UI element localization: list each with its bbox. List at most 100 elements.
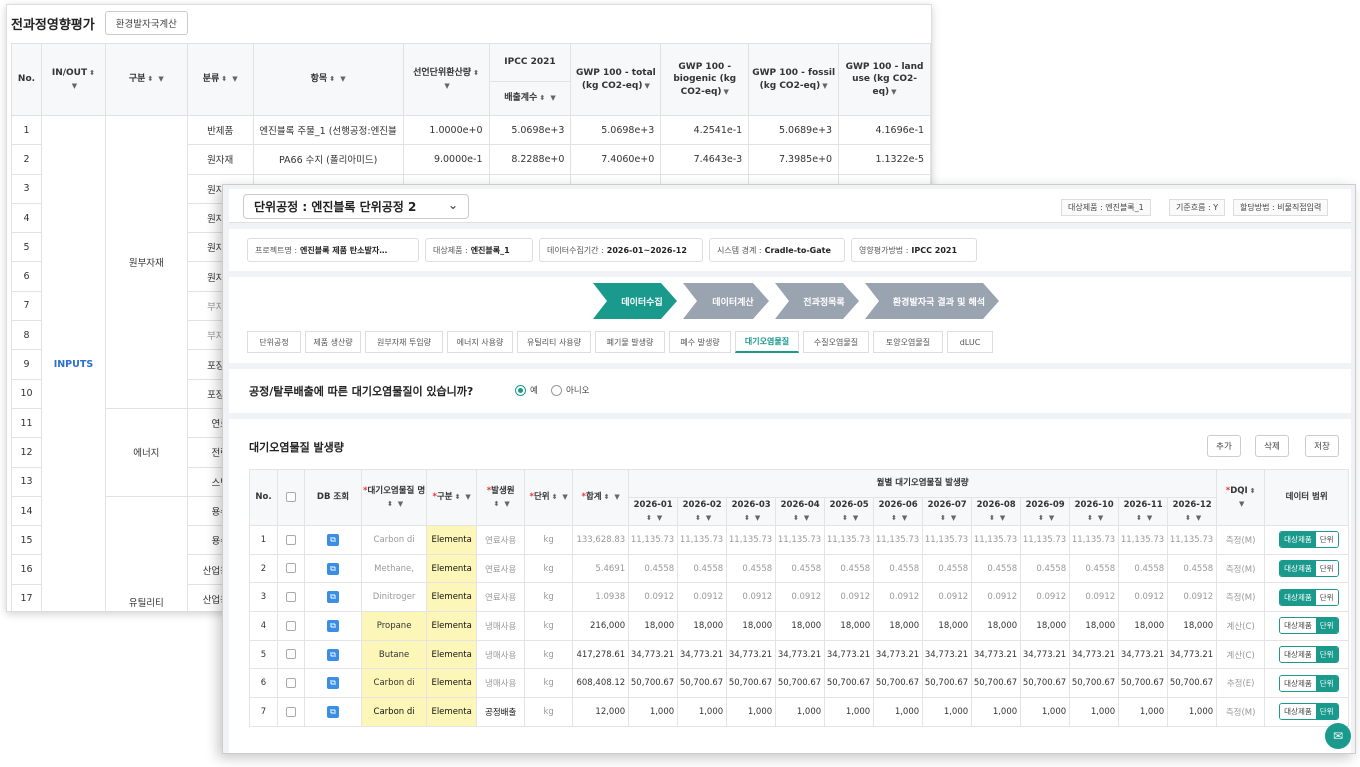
data-range-toggle[interactable]: 대상제품 단위 <box>1264 582 1350 613</box>
month-value[interactable]: 11,135.73 <box>1020 525 1071 555</box>
month-value[interactable]: 34,773.21 <box>1020 639 1071 670</box>
month-col-2026-01[interactable]: 2026-01 ⬍ ▼ <box>628 497 679 526</box>
pollutant-type[interactable]: Elementa <box>426 668 478 699</box>
select-all-checkbox[interactable] <box>286 491 296 502</box>
month-value[interactable]: 0.0912 <box>775 582 826 613</box>
pollutant-name[interactable]: Methane, <box>360 553 428 584</box>
sort-icon[interactable]: ⬍ <box>89 69 95 77</box>
filter-icon[interactable]: ▼ <box>444 82 449 90</box>
month-value[interactable]: 34,773.21 <box>1167 639 1218 670</box>
month-value[interactable]: 1,000 <box>873 697 924 727</box>
month-value[interactable]: 18,000 <box>1118 611 1169 641</box>
filter-icon[interactable]: ▼ <box>158 75 163 83</box>
month-value[interactable]: 18,000 <box>1020 611 1071 641</box>
month-value[interactable]: 0.4558 <box>1118 553 1169 584</box>
db-search-icon[interactable]: ⧉ <box>304 697 362 727</box>
filter-icon[interactable]: ▼ <box>951 514 956 522</box>
tab-waste[interactable]: 폐기물 발생량 <box>595 331 665 353</box>
pollutant-type[interactable]: Elementa <box>426 611 478 641</box>
month-value[interactable]: 1,000 <box>922 697 973 727</box>
db-search-icon[interactable]: ⧉ <box>304 668 362 699</box>
month-value[interactable]: 0.0912 <box>824 582 875 613</box>
month-value[interactable]: 34,773.21 <box>873 639 924 670</box>
month-value[interactable]: 50,700.67 <box>775 668 826 699</box>
filter-icon[interactable]: ▼ <box>822 82 827 90</box>
month-value[interactable]: 18,000 <box>1167 611 1218 641</box>
month-col-2026-10[interactable]: 2026-10 ⬍ ▼ <box>1069 497 1120 526</box>
table-row[interactable]: 1 INPUTS 원부자재 반제품 엔진블록 주물_1 (선행공정:엔진블 1.0000e… <box>11 114 931 611</box>
month-value[interactable]: 1,000 <box>775 697 826 727</box>
db-search-icon[interactable]: ⧉ <box>304 639 362 670</box>
month-value[interactable]: 11,135.73 <box>775 525 826 555</box>
month-value[interactable]: 50,700.67 <box>971 668 1022 699</box>
tab-utility[interactable]: 유틸리티 사용량 <box>517 331 591 353</box>
month-value[interactable]: 11,135.73 <box>922 525 973 555</box>
sort-icon[interactable]: ⬍ <box>552 493 558 501</box>
month-value[interactable]: 11,135.73 <box>628 525 679 555</box>
dqi-cell[interactable]: 측정(M) <box>1216 553 1266 584</box>
month-value[interactable]: 50,700.67 <box>628 668 679 699</box>
sort-icon[interactable]: ⬍ <box>329 75 335 83</box>
month-value[interactable]: 0.0912 <box>1167 582 1218 613</box>
sort-icon[interactable]: ⬍ <box>221 75 227 83</box>
month-value[interactable]: 0.4558 <box>677 553 728 584</box>
month-value[interactable]: 50,700.67 <box>1020 668 1071 699</box>
pollutant-unit[interactable]: kg <box>524 639 574 670</box>
table-row[interactable]: 5 ⧉ Butane Elementa 냉매사용 kg 417,278.61 34,773.2… <box>249 639 1350 670</box>
data-range-toggle[interactable]: 대상제품 단위 <box>1264 611 1350 641</box>
pollutant-type[interactable]: Elementa <box>426 697 478 727</box>
month-value[interactable]: 0.0912 <box>1118 582 1169 613</box>
month-value[interactable]: 0.0912 <box>628 582 679 613</box>
step-data-calc[interactable]: 데이터계산 <box>683 283 769 319</box>
sort-icon[interactable]: ⬍ <box>940 514 946 522</box>
dqi-cell[interactable]: 측정(M) <box>1216 525 1266 555</box>
pollutant-source[interactable]: 연료사용 <box>476 525 526 555</box>
sort-icon[interactable]: ⬍ <box>1038 514 1044 522</box>
filter-icon[interactable]: ▼ <box>465 493 470 501</box>
month-value[interactable]: 18,000 <box>824 611 875 641</box>
month-value[interactable]: 11,135.73 <box>1167 525 1218 555</box>
col-gubun[interactable]: 구분 ⬍ ▼ <box>104 43 188 116</box>
month-value[interactable]: 18,000 <box>726 611 777 641</box>
sort-icon[interactable]: ⬍ <box>473 69 479 77</box>
step-data-collection[interactable]: 데이터수집 <box>593 283 677 319</box>
col-inout[interactable]: IN/OUT ⬍ ▼ <box>40 43 106 116</box>
pollutant-unit[interactable]: kg <box>524 582 574 613</box>
tab-soil-pollutants[interactable]: 토양오염물질 <box>873 331 943 353</box>
table-row[interactable]: 7 ⧉ Carbon di Elementa 공정배출 kg 12,000 1,000 1,00… <box>249 697 1350 727</box>
col-dqi[interactable]: *DQI ⬍ ▼ <box>1216 469 1266 526</box>
tab-unit-process[interactable]: 단위공정 <box>247 331 301 353</box>
col-unit[interactable]: *단위 ⬍ ▼ <box>524 469 574 526</box>
filter-icon[interactable]: ▼ <box>340 75 345 83</box>
month-value[interactable]: 50,700.67 <box>677 668 728 699</box>
month-value[interactable]: 34,773.21 <box>922 639 973 670</box>
pollutant-source[interactable]: 냉매사용 <box>476 611 526 641</box>
month-value[interactable]: 11,135.73 <box>677 525 728 555</box>
data-range-toggle[interactable]: 대상제품 단위 <box>1264 639 1350 670</box>
filter-icon[interactable]: ▼ <box>614 493 619 501</box>
sort-icon[interactable]: ⬍ <box>539 94 545 102</box>
tab-production[interactable]: 제품 생산량 <box>305 331 361 353</box>
pollutant-unit[interactable]: kg <box>524 553 574 584</box>
pollutant-name[interactable]: Butane <box>360 639 428 670</box>
col-gwp-bio[interactable]: GWP 100 - biogenic (kg CO2-eq) ▼ <box>660 43 750 116</box>
col-qty[interactable]: 선언단위환산량 ⬍ ▼ <box>402 43 490 116</box>
sort-icon[interactable]: ⬍ <box>842 514 848 522</box>
month-value[interactable]: 0.0912 <box>971 582 1022 613</box>
pollutant-type[interactable]: Elementa <box>426 553 478 584</box>
row-checkbox[interactable] <box>277 553 305 584</box>
pollutant-name[interactable]: Carbon di <box>360 668 428 699</box>
month-value[interactable]: 0.0912 <box>1069 582 1120 613</box>
sort-icon[interactable]: ⬍ <box>1136 514 1142 522</box>
month-value[interactable]: 34,773.21 <box>628 639 679 670</box>
month-value[interactable]: 0.4558 <box>775 553 826 584</box>
month-value[interactable]: 34,773.21 <box>824 639 875 670</box>
month-value[interactable]: 50,700.67 <box>922 668 973 699</box>
month-value[interactable]: 18,000 <box>971 611 1022 641</box>
filter-icon[interactable]: ▼ <box>853 514 858 522</box>
month-value[interactable]: 50,700.67 <box>1069 668 1120 699</box>
filter-icon[interactable]: ▼ <box>706 514 711 522</box>
month-value[interactable]: 0.0912 <box>726 582 777 613</box>
pollutant-unit[interactable]: kg <box>524 697 574 727</box>
month-value[interactable]: 34,773.21 <box>775 639 826 670</box>
